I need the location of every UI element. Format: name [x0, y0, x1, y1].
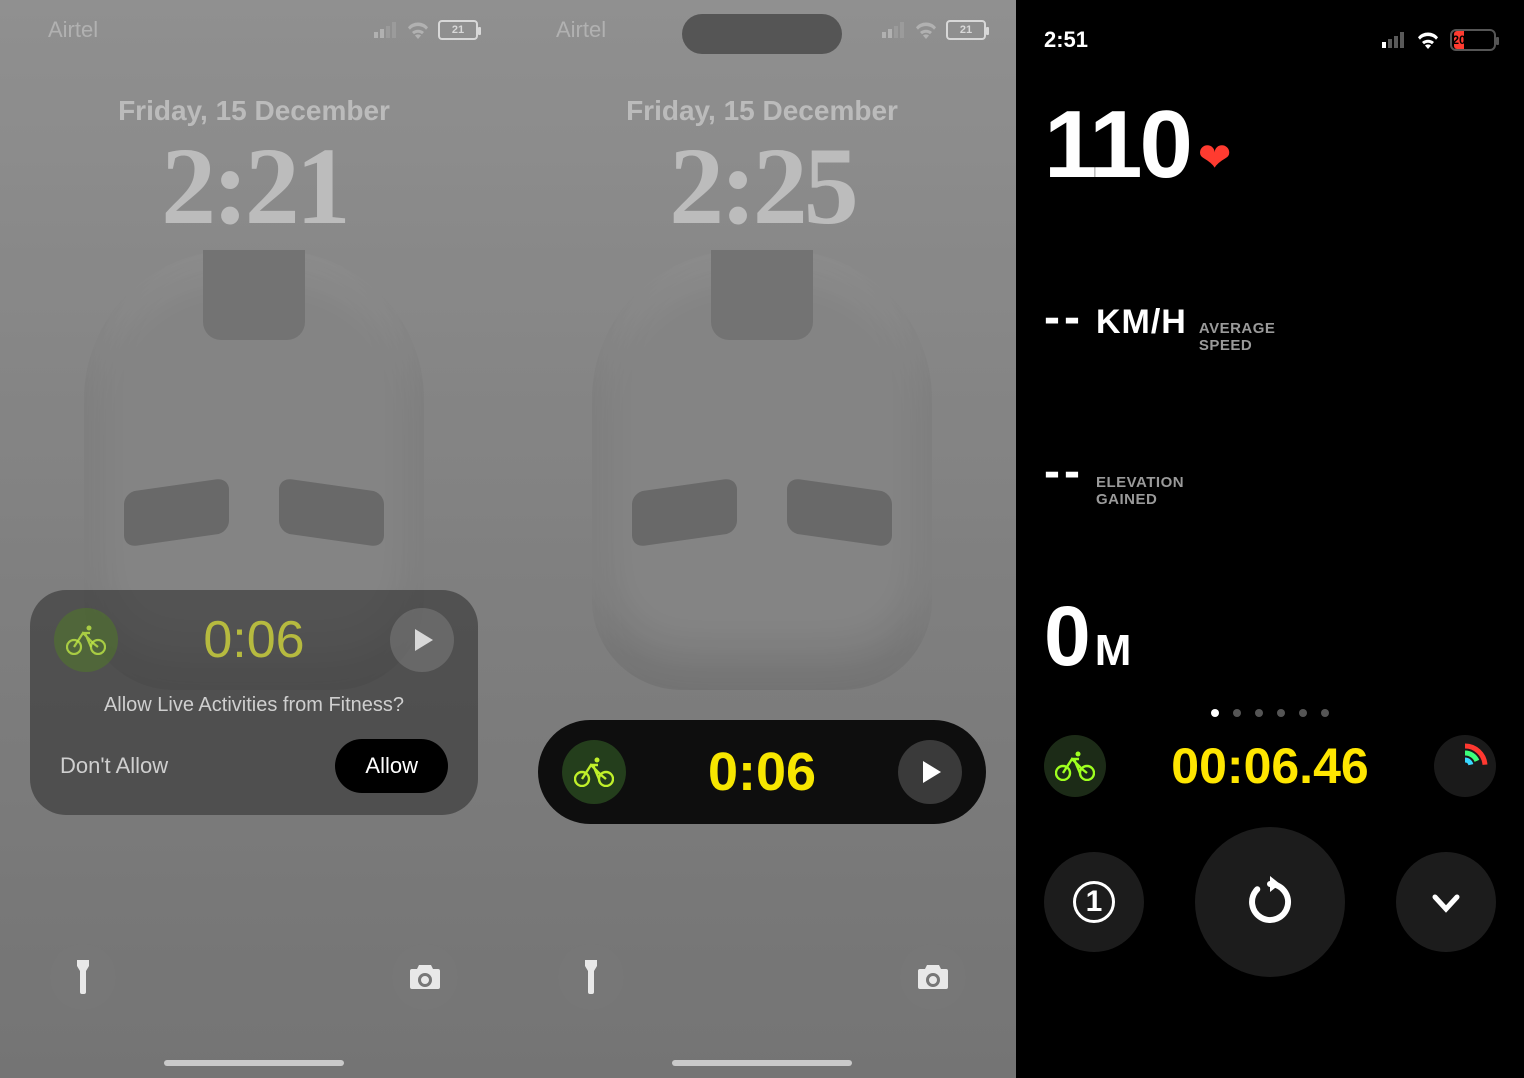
cycling-icon [1044, 735, 1106, 797]
elevation-block: -- ELEVATION GAINED [1044, 444, 1496, 508]
live-activity-timer: 0:06 [708, 741, 816, 803]
live-activity-card[interactable]: 0:06 Allow Live Activities from Fitness?… [30, 590, 478, 815]
phone-screen-1: Airtel 21 Friday, 15 December 2:21 0:06 [0, 0, 508, 1078]
wifi-icon [1416, 31, 1440, 49]
lockscreen: Airtel 21 Friday, 15 December 2:21 0:06 [0, 0, 508, 1078]
cellular-icon [1382, 32, 1406, 48]
phone-screen-3: 2:51 20 110 ❤ -- KM/H AV [1016, 0, 1524, 1078]
page-indicator[interactable] [1044, 709, 1496, 717]
elevation-label-2: GAINED [1096, 492, 1184, 509]
distance-value: 0 [1044, 588, 1091, 685]
elevation-value: -- [1044, 444, 1084, 499]
lockscreen: Airtel 21 Friday, 15 December 2:25 0:06 [508, 0, 1016, 1078]
heart-rate-value: 110 [1044, 90, 1190, 200]
live-activity-pill[interactable]: 0:06 [538, 720, 986, 824]
distance-block: 0 M [1044, 588, 1496, 685]
restart-button[interactable] [1195, 827, 1345, 977]
speed-value: -- [1044, 290, 1084, 345]
speed-block: -- KM/H AVERAGE SPEED [1044, 290, 1496, 354]
activity-rings-icon[interactable] [1434, 735, 1496, 797]
dynamic-island[interactable] [682, 14, 842, 54]
elevation-label-1: ELEVATION [1096, 475, 1184, 492]
battery-icon: 21 [946, 20, 986, 40]
home-indicator[interactable] [672, 1060, 852, 1066]
play-icon[interactable] [390, 608, 454, 672]
status-bar: 2:51 20 [1044, 20, 1496, 60]
camera-button[interactable] [900, 944, 966, 1010]
camera-button[interactable] [392, 944, 458, 1010]
live-activity-timer: 0:06 [203, 610, 304, 670]
battery-icon: 21 [438, 20, 478, 40]
phone-screen-2: Airtel 21 Friday, 15 December 2:25 0:06 [508, 0, 1016, 1078]
permission-prompt: Allow Live Activities from Fitness? [54, 694, 454, 717]
battery-icon: 20 [1450, 29, 1496, 51]
speed-unit: KM/H [1096, 303, 1187, 342]
status-time: 2:51 [1044, 27, 1088, 53]
collapse-button[interactable] [1396, 852, 1496, 952]
cycling-icon [54, 608, 118, 672]
workout-screen: 2:51 20 110 ❤ -- KM/H AV [1016, 0, 1524, 1078]
flashlight-button[interactable] [50, 944, 116, 1010]
heart-icon: ❤ [1198, 135, 1232, 181]
dont-allow-button[interactable]: Don't Allow [60, 753, 168, 779]
play-icon[interactable] [898, 740, 962, 804]
speed-label-1: AVERAGE [1199, 321, 1276, 338]
segment-button[interactable]: 1 [1044, 852, 1144, 952]
elapsed-time: 00:06.46 [1171, 737, 1368, 795]
allow-button[interactable]: Allow [335, 739, 448, 793]
cycling-icon [562, 740, 626, 804]
distance-unit: M [1095, 626, 1132, 676]
home-indicator[interactable] [164, 1060, 344, 1066]
speed-label-2: SPEED [1199, 338, 1276, 355]
heart-rate-block: 110 ❤ [1044, 90, 1496, 200]
flashlight-button[interactable] [558, 944, 624, 1010]
